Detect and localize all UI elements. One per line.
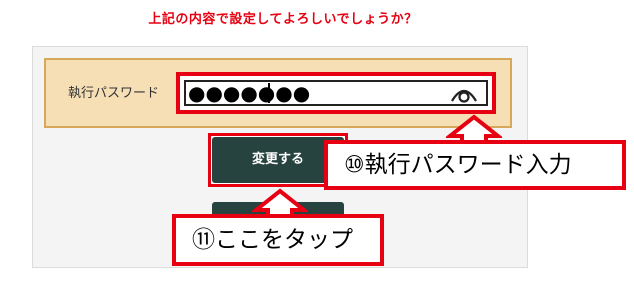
confirm-question: 上記の内容で設定してよろしいでしょうか？ <box>148 12 418 27</box>
password-highlight-frame: ●●●●●●● <box>176 72 496 114</box>
annotation-step-10: ⑩執行パスワード入力 <box>324 140 626 190</box>
password-masked-value: ●●●●●●● <box>188 81 311 105</box>
eye-icon[interactable] <box>450 84 478 104</box>
text-caret <box>268 83 270 103</box>
password-input[interactable]: ●●●●●●● <box>184 80 488 106</box>
password-label: 執行パスワード <box>68 86 160 101</box>
annotation-step-11: ⑪ここをタップ <box>172 214 384 266</box>
